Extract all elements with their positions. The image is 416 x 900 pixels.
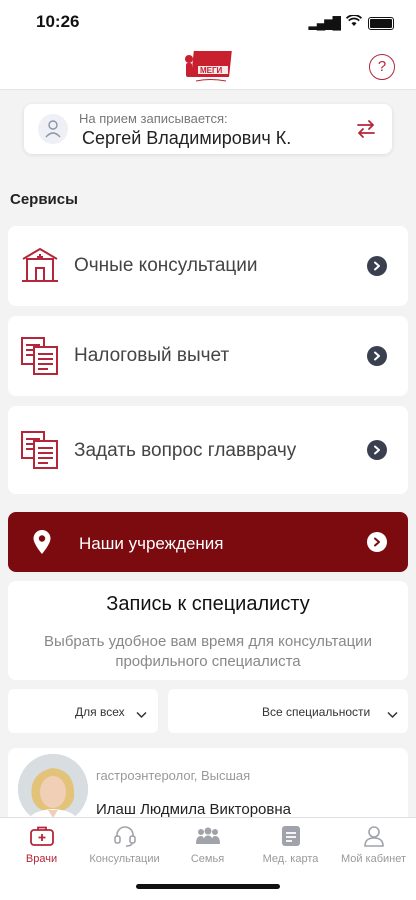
patient-caption: На прием записывается:	[79, 111, 228, 126]
tab-label: Мед. карта	[262, 853, 319, 865]
tab-medical-card[interactable]: Мед. карта	[249, 818, 332, 878]
tab-label: Консультации	[89, 853, 160, 865]
service-label: Очные консультации	[74, 255, 258, 276]
specialty-filter-value: Все специальности	[262, 705, 371, 719]
booking-description: Выбрать удобное вам время для консультац…	[44, 633, 372, 670]
doctor-case-icon	[29, 824, 55, 848]
swap-icon[interactable]	[356, 118, 376, 145]
chevron-right-icon	[367, 440, 387, 460]
signal-icon: ▂▄▆█	[308, 16, 341, 30]
our-institutions-button[interactable]: Наши учреждения	[8, 512, 408, 572]
app-header: МЕГИ ?	[0, 44, 416, 90]
patient-name: Сергей Владимирович К.	[82, 128, 292, 148]
location-pin-icon	[32, 529, 52, 560]
service-label: Налоговый вычет	[74, 345, 230, 366]
tab-label: Семья	[190, 853, 225, 865]
status-bar: 10:26 ▂▄▆█	[0, 0, 416, 44]
specialist-booking-section: Запись к специалисту Выбрать удобное вам…	[8, 581, 408, 680]
service-ask-chief-doctor[interactable]: Задать вопрос главврачу	[8, 406, 408, 494]
megi-logo: МЕГИ	[182, 49, 236, 85]
profile-icon	[361, 824, 387, 848]
chevron-down-icon	[136, 706, 147, 724]
family-icon	[195, 824, 221, 848]
status-icons: ▂▄▆█	[309, 14, 394, 32]
svg-text:МЕГИ: МЕГИ	[200, 66, 223, 75]
patient-avatar-icon	[38, 114, 68, 144]
documents-icon	[20, 430, 60, 475]
med-card-icon	[278, 824, 304, 848]
documents-icon	[20, 336, 60, 381]
booking-title: Запись к специалисту	[106, 593, 310, 615]
services-title: Сервисы	[10, 191, 78, 208]
tab-label: Мой кабинет	[340, 853, 407, 865]
institutions-label: Наши учреждения	[79, 534, 224, 553]
tab-consultations[interactable]: Консультации	[83, 818, 166, 878]
hospital-icon	[20, 246, 60, 289]
service-in-person-consultations[interactable]: Очные консультации	[8, 226, 408, 306]
patient-selector[interactable]: На прием записывается: Сергей Владимиров…	[24, 104, 392, 154]
tab-doctors[interactable]: Врачи	[0, 818, 83, 878]
doctor-specialty: гастроэнтеролог, Высшая	[96, 768, 251, 783]
status-time: 10:26	[36, 12, 80, 31]
help-button[interactable]: ?	[369, 54, 395, 80]
chevron-right-icon	[367, 346, 387, 366]
battery-icon	[368, 16, 394, 30]
chevron-down-icon	[387, 706, 398, 724]
chevron-right-icon	[367, 532, 387, 552]
tab-label: Врачи	[25, 853, 58, 865]
doctor-name: Илаш Людмила Викторовна	[96, 801, 291, 818]
audience-filter-value: Для всех	[75, 705, 125, 719]
specialty-filter-select[interactable]: Все специальности	[168, 689, 408, 733]
tab-my-account[interactable]: Мой кабинет	[332, 818, 415, 878]
chevron-right-icon	[367, 256, 387, 276]
home-indicator	[136, 884, 280, 889]
wifi-icon	[345, 14, 363, 32]
doctor-photo	[18, 754, 88, 824]
service-tax-deduction[interactable]: Налоговый вычет	[8, 316, 408, 396]
tab-family[interactable]: Семья	[166, 818, 249, 878]
service-label: Задать вопрос главврачу	[74, 440, 297, 461]
audience-filter-select[interactable]: Для всех	[8, 689, 158, 733]
headset-icon	[112, 824, 138, 848]
doctor-card[interactable]: гастроэнтеролог, Высшая Илаш Людмила Вик…	[8, 748, 408, 828]
